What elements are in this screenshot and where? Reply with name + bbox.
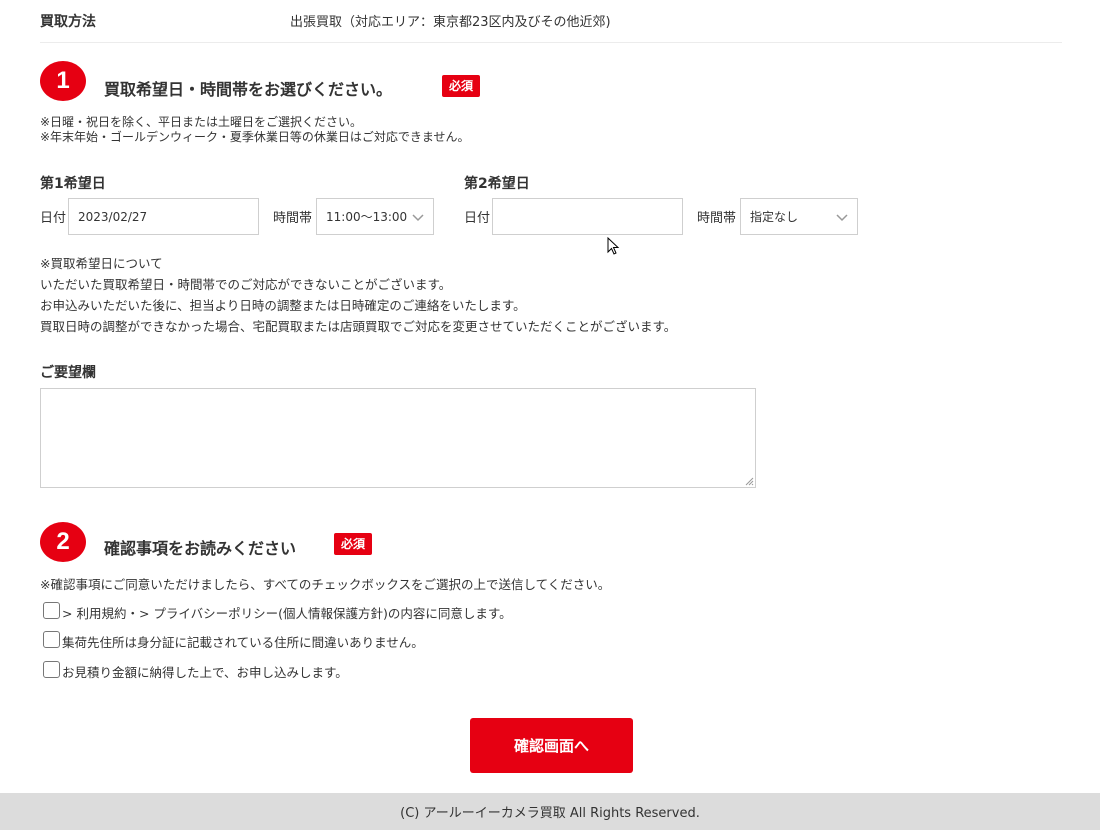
first-time-value: 11:00〜13:00 [326,210,408,224]
first-date-value: 2023/02/27 [78,209,148,224]
agree-terms-checkbox[interactable] [43,602,60,619]
section2-title: 確認事項をお読みください [104,539,297,558]
section2-note: ※確認事項にご同意いただけましたら、すべてのチェックボックスをご選択の上で送信し… [40,577,611,592]
second-time-value: 指定なし [750,210,799,224]
first-date-input[interactable]: 2023/02/27 [68,198,259,235]
purchase-method-value: 出張買取（対応エリア：東京都23区内及びその他近郊) [290,15,611,30]
date-info-line-1: いただいた買取希望日・時間帯でのご対応ができないことがございます。 [40,277,452,292]
section1-note-1: ※日曜・祝日を除く、平日または土曜日をご選択ください。 [40,115,363,129]
divider [40,42,1062,43]
resize-grip-icon[interactable] [744,476,754,486]
agree-terms-label[interactable]: > 利用規約・> プライバシーポリシー(個人情報保護方針)の内容に同意します。 [62,603,512,622]
first-choice-title: 第1希望日 [40,176,106,192]
purchase-method-label: 買取方法 [40,14,96,30]
section1-title: 買取希望日・時間帯をお選びください。 [104,80,393,99]
address-confirm-checkbox[interactable] [43,631,60,648]
required-badge: 必須 [442,75,481,97]
chevron-down-icon [412,214,424,222]
estimate-agree-label[interactable]: お見積り金額に納得した上で、お申し込みします。 [62,662,348,681]
first-time-label: 時間帯 [273,211,313,226]
chevron-down-icon [836,214,848,222]
first-date-label: 日付 [40,211,67,226]
address-confirm-label[interactable]: 集荷先住所は身分証に記載されている住所に間違いありません。 [62,632,424,651]
second-date-input[interactable] [492,198,683,235]
second-time-select[interactable]: 指定なし [740,198,858,235]
mouse-cursor-icon [607,237,620,255]
estimate-agree-checkbox[interactable] [43,661,60,678]
second-date-label: 日付 [464,211,491,226]
date-info-heading: ※買取希望日について [40,256,163,271]
confirm-screen-button[interactable]: 確認画面へ [470,718,633,773]
second-time-label: 時間帯 [697,211,737,226]
footer-copyright: (C) アールーイーカメラ買取 All Rights Reserved. [0,793,1100,830]
required-badge: 必須 [334,533,373,555]
date-info-line-3: 買取日時の調整ができなかった場合、宅配買取または店頭買取でご対応を変更させていた… [40,319,677,334]
date-info-line-2: お申込みいただいた後に、担当より日時の調整または日時確定のご連絡をいたします。 [40,298,526,313]
second-choice-title: 第2希望日 [464,176,530,192]
step-number-2: 2 [40,522,86,562]
step-number-1: 1 [40,61,86,101]
request-title: ご要望欄 [40,365,96,381]
first-time-select[interactable]: 11:00〜13:00 [316,198,434,235]
request-textarea[interactable] [40,388,756,488]
section1-note-2: ※年末年始・ゴールデンウィーク・夏季休業日等の休業日はご対応できません。 [40,130,470,144]
